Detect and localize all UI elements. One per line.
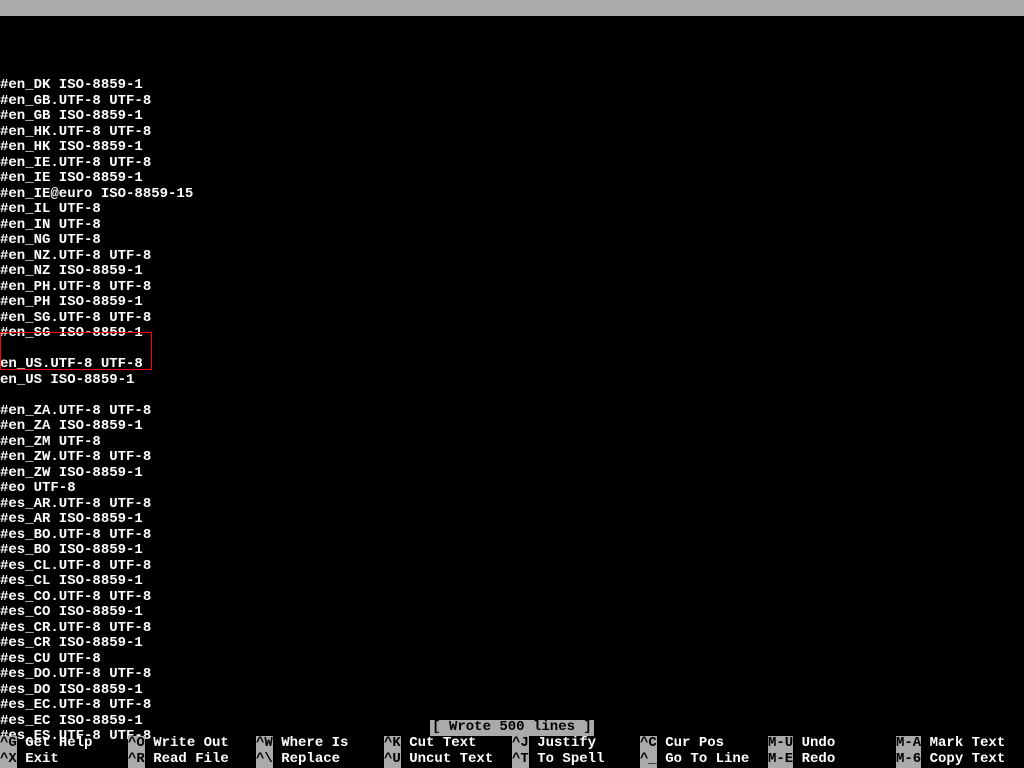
shortcut-X[interactable]: ^X Exit	[0, 752, 128, 768]
editor-line[interactable]	[0, 388, 1024, 404]
shortcut-MU[interactable]: M-U Undo	[768, 736, 896, 752]
shortcut-label: Replace	[273, 751, 340, 767]
editor-line[interactable]: en_US.UTF-8 UTF-8	[0, 357, 1024, 373]
shortcut-key: ^G	[0, 736, 17, 752]
shortcut-K[interactable]: ^K Cut Text	[384, 736, 512, 752]
shortcut-M6[interactable]: M-6 Copy Text	[896, 752, 1024, 768]
shortcut-label: Where Is	[273, 735, 349, 751]
editor-line[interactable]: #en_IE ISO-8859-1	[0, 171, 1024, 187]
shortcut-label: Go To Line	[657, 751, 749, 767]
shortcut-T[interactable]: ^T To Spell	[512, 752, 640, 768]
shortcut-C[interactable]: ^C Cur Pos	[640, 736, 768, 752]
editor-line[interactable]: #en_IE@euro ISO-8859-15	[0, 187, 1024, 203]
shortcut-key: ^K	[384, 736, 401, 752]
shortcut-[interactable]: ^\ Replace	[256, 752, 384, 768]
shortcut-MA[interactable]: M-A Mark Text	[896, 736, 1024, 752]
editor-line[interactable]: #en_ZW.UTF-8 UTF-8	[0, 450, 1024, 466]
editor-line[interactable]: #en_GB ISO-8859-1	[0, 109, 1024, 125]
shortcut-U[interactable]: ^U Uncut Text	[384, 752, 512, 768]
shortcut-key: ^O	[128, 736, 145, 752]
shortcut-label: Mark Text	[921, 735, 1005, 751]
shortcut-key: ^\	[256, 752, 273, 768]
editor-line[interactable]: #en_ZM UTF-8	[0, 435, 1024, 451]
status-message: [ Wrote 500 lines ]	[430, 720, 594, 736]
shortcut-key: ^X	[0, 752, 17, 768]
shortcut-key: ^W	[256, 736, 273, 752]
shortcut-label: Redo	[793, 751, 835, 767]
editor-line[interactable]: #es_AR ISO-8859-1	[0, 512, 1024, 528]
editor-line[interactable]: #es_BO ISO-8859-1	[0, 543, 1024, 559]
shortcut-key: M-A	[896, 736, 921, 752]
shortcut-row-1: ^G Get Help^O Write Out^W Where Is^K Cut…	[0, 736, 1024, 752]
shortcut-label: Write Out	[145, 735, 229, 751]
shortcut-key: ^C	[640, 736, 657, 752]
editor-line[interactable]	[0, 63, 1024, 79]
editor-line[interactable]: #en_PH ISO-8859-1	[0, 295, 1024, 311]
editor-line[interactable]: #eo UTF-8	[0, 481, 1024, 497]
shortcut-O[interactable]: ^O Write Out	[128, 736, 256, 752]
shortcut-key: ^U	[384, 752, 401, 768]
editor-line[interactable]: #en_ZW ISO-8859-1	[0, 466, 1024, 482]
editor-line[interactable]: #en_IL UTF-8	[0, 202, 1024, 218]
editor-line[interactable]: #es_EC.UTF-8 UTF-8	[0, 698, 1024, 714]
editor-line[interactable]: #es_CR ISO-8859-1	[0, 636, 1024, 652]
shortcut-W[interactable]: ^W Where Is	[256, 736, 384, 752]
editor-line[interactable]: #en_NG UTF-8	[0, 233, 1024, 249]
shortcut-R[interactable]: ^R Read File	[128, 752, 256, 768]
shortcut-key: M-6	[896, 752, 921, 768]
editor-line[interactable]: #es_CO.UTF-8 UTF-8	[0, 590, 1024, 606]
editor-line[interactable]: #en_ZA ISO-8859-1	[0, 419, 1024, 435]
editor-line[interactable]: #en_PH.UTF-8 UTF-8	[0, 280, 1024, 296]
shortcut-key: ^_	[640, 752, 657, 768]
editor-line[interactable]: #es_CL ISO-8859-1	[0, 574, 1024, 590]
editor-line[interactable]: #en_ZA.UTF-8 UTF-8	[0, 404, 1024, 420]
editor-line[interactable]: #es_CL.UTF-8 UTF-8	[0, 559, 1024, 575]
editor-line[interactable]: #en_IE.UTF-8 UTF-8	[0, 156, 1024, 172]
editor-line[interactable]: #en_NZ ISO-8859-1	[0, 264, 1024, 280]
editor-line[interactable]: #es_AR.UTF-8 UTF-8	[0, 497, 1024, 513]
shortcut-key: ^J	[512, 736, 529, 752]
shortcut-label: Copy Text	[921, 751, 1005, 767]
editor-line[interactable]: #en_NZ.UTF-8 UTF-8	[0, 249, 1024, 265]
shortcut-label: Justify	[529, 735, 596, 751]
shortcut-label: Read File	[145, 751, 229, 767]
editor-line[interactable]: #en_GB.UTF-8 UTF-8	[0, 94, 1024, 110]
editor-line[interactable]	[0, 342, 1024, 358]
shortcut-key: M-U	[768, 736, 793, 752]
status-bar: [ Wrote 500 lines ]	[0, 720, 1024, 736]
shortcut-key: ^R	[128, 752, 145, 768]
editor-line[interactable]: #es_CO ISO-8859-1	[0, 605, 1024, 621]
editor-line[interactable]: #en_DK ISO-8859-1	[0, 78, 1024, 94]
editor-line[interactable]: #es_DO ISO-8859-1	[0, 683, 1024, 699]
shortcut-[interactable]: ^_ Go To Line	[640, 752, 768, 768]
editor-line[interactable]: #en_HK.UTF-8 UTF-8	[0, 125, 1024, 141]
editor-line[interactable]: en_US ISO-8859-1	[0, 373, 1024, 389]
shortcut-label: Cur Pos	[657, 735, 724, 751]
shortcut-row-2: ^X Exit^R Read File^\ Replace^U Uncut Te…	[0, 752, 1024, 768]
editor-line[interactable]: #es_CU UTF-8	[0, 652, 1024, 668]
shortcut-key: ^T	[512, 752, 529, 768]
shortcut-key: M-E	[768, 752, 793, 768]
editor-line[interactable]: #es_BO.UTF-8 UTF-8	[0, 528, 1024, 544]
shortcut-label: Undo	[793, 735, 835, 751]
editor-viewport[interactable]: #en_DK ISO-8859-1#en_GB.UTF-8 UTF-8#en_G…	[0, 16, 1024, 760]
editor-line[interactable]: #en_HK ISO-8859-1	[0, 140, 1024, 156]
shortcut-label: Get Help	[17, 735, 93, 751]
shortcut-label: To Spell	[529, 751, 605, 767]
editor-line[interactable]: #en_SG ISO-8859-1	[0, 326, 1024, 342]
shortcut-J[interactable]: ^J Justify	[512, 736, 640, 752]
editor-line[interactable]: #en_SG.UTF-8 UTF-8	[0, 311, 1024, 327]
shortcut-label: Cut Text	[401, 735, 477, 751]
editor-line[interactable]: #es_CR.UTF-8 UTF-8	[0, 621, 1024, 637]
shortcut-label: Uncut Text	[401, 751, 493, 767]
editor-line[interactable]: #es_DO.UTF-8 UTF-8	[0, 667, 1024, 683]
editor-line[interactable]: #en_IN UTF-8	[0, 218, 1024, 234]
shortcut-G[interactable]: ^G Get Help	[0, 736, 128, 752]
titlebar: GNU nano 2.8.7 File: /etc/locale.gen	[0, 0, 1024, 16]
shortcut-label: Exit	[17, 751, 59, 767]
shortcut-ME[interactable]: M-E Redo	[768, 752, 896, 768]
